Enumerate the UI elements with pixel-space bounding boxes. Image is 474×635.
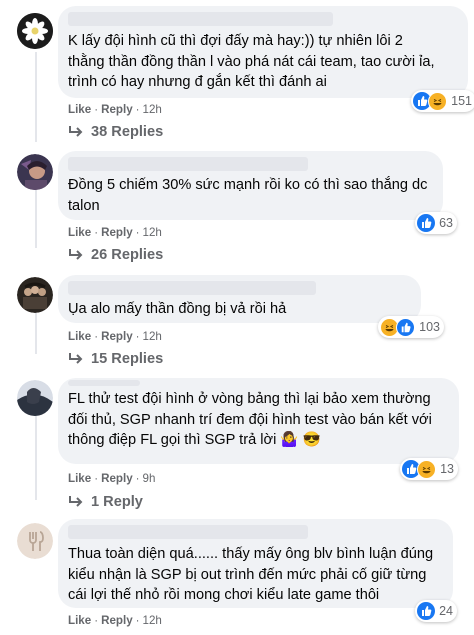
view-replies-button[interactable]: 15 Replies <box>68 351 163 367</box>
timestamp[interactable]: 12h <box>143 103 162 116</box>
comment-actions: Like · Reply · 12h <box>68 330 162 343</box>
avatar[interactable] <box>17 523 53 559</box>
comment-bubble: Đồng 5 chiếm 30% sức mạnh rồi ko có thì … <box>58 151 443 220</box>
thread-line <box>35 410 37 500</box>
reaction-count: 13 <box>440 462 454 476</box>
like-link[interactable]: Like <box>68 472 91 485</box>
author-name-redacted <box>68 380 140 386</box>
timestamp[interactable]: 12h <box>143 614 162 627</box>
like-reaction-icon <box>396 317 416 337</box>
thread-line <box>35 306 37 354</box>
like-link[interactable]: Like <box>68 226 91 239</box>
reply-link[interactable]: Reply <box>101 330 133 343</box>
like-reaction-icon <box>417 214 436 232</box>
reply-link[interactable]: Reply <box>101 226 133 239</box>
reaction-summary[interactable]: 24 <box>415 600 457 622</box>
timestamp[interactable]: 12h <box>143 226 162 239</box>
reply-link[interactable]: Reply <box>101 614 133 627</box>
view-replies-button[interactable]: 38 Replies <box>68 124 163 140</box>
timestamp[interactable]: 9h <box>143 472 156 485</box>
replies-count: 15 Replies <box>91 351 164 367</box>
reaction-summary[interactable]: 151 <box>411 90 474 112</box>
author-name-redacted <box>68 157 308 171</box>
like-link[interactable]: Like <box>68 330 91 343</box>
reply-arrow-icon <box>69 353 83 364</box>
reaction-count: 103 <box>419 320 440 334</box>
timestamp[interactable]: 12h <box>143 330 162 343</box>
comment-text: K lấy đội hình cũ thì đợi đấy mà hay:)) … <box>68 33 435 90</box>
reaction-count: 151 <box>451 94 472 108</box>
like-reaction-icon <box>417 602 436 620</box>
comment-text: Thua toàn diện quá...... thấy mấy ông bl… <box>68 546 434 603</box>
haha-reaction-icon <box>417 459 437 479</box>
haha-reaction-icon <box>428 91 448 111</box>
comment-actions: Like · Reply · 12h <box>68 226 162 239</box>
comment-bubble: FL thử test đội hình ở vòng bảng thì lại… <box>58 378 459 464</box>
reaction-summary[interactable]: 13 <box>400 458 458 480</box>
comment-actions: Like · Reply · 12h <box>68 103 162 116</box>
reply-link[interactable]: Reply <box>101 103 133 116</box>
reaction-summary[interactable]: 63 <box>415 212 457 234</box>
reaction-count: 24 <box>439 604 453 618</box>
comment-text: Đồng 5 chiếm 30% sức mạnh rồi ko có thì … <box>68 177 428 214</box>
replies-count: 1 Reply <box>91 494 143 510</box>
thread-line <box>35 52 37 142</box>
author-name-redacted <box>68 525 308 539</box>
avatar[interactable] <box>17 154 53 190</box>
view-replies-button[interactable]: 1 Reply <box>68 494 143 510</box>
comment-actions: Like · Reply · 12h <box>68 614 162 627</box>
comment-bubble: Ụa alo mấy thần đồng bị vả rồi hả <box>58 275 421 323</box>
comment-actions: Like · Reply · 9h <box>68 472 156 485</box>
avatar[interactable] <box>17 13 53 49</box>
comment-bubble: Thua toàn diện quá...... thấy mấy ông bl… <box>58 519 453 608</box>
reply-link[interactable]: Reply <box>101 472 133 485</box>
author-name-redacted <box>68 281 316 295</box>
comment-text: Ụa alo mấy thần đồng bị vả rồi hả <box>68 301 287 317</box>
reply-arrow-icon <box>69 496 83 507</box>
comment-text: FL thử test đội hình ở vòng bảng thì lại… <box>68 391 432 448</box>
reaction-summary[interactable]: 103 <box>378 316 444 338</box>
reaction-count: 63 <box>439 216 453 230</box>
author-name-redacted <box>68 12 333 26</box>
like-link[interactable]: Like <box>68 103 91 116</box>
reply-arrow-icon <box>69 126 83 137</box>
avatar[interactable] <box>17 380 53 416</box>
comment-bubble: K lấy đội hình cũ thì đợi đấy mà hay:)) … <box>58 6 474 112</box>
avatar[interactable] <box>17 277 53 313</box>
reply-arrow-icon <box>69 249 83 260</box>
replies-count: 38 Replies <box>91 124 164 140</box>
replies-count: 26 Replies <box>91 247 164 263</box>
view-replies-button[interactable]: 26 Replies <box>68 247 163 263</box>
like-link[interactable]: Like <box>68 614 91 627</box>
